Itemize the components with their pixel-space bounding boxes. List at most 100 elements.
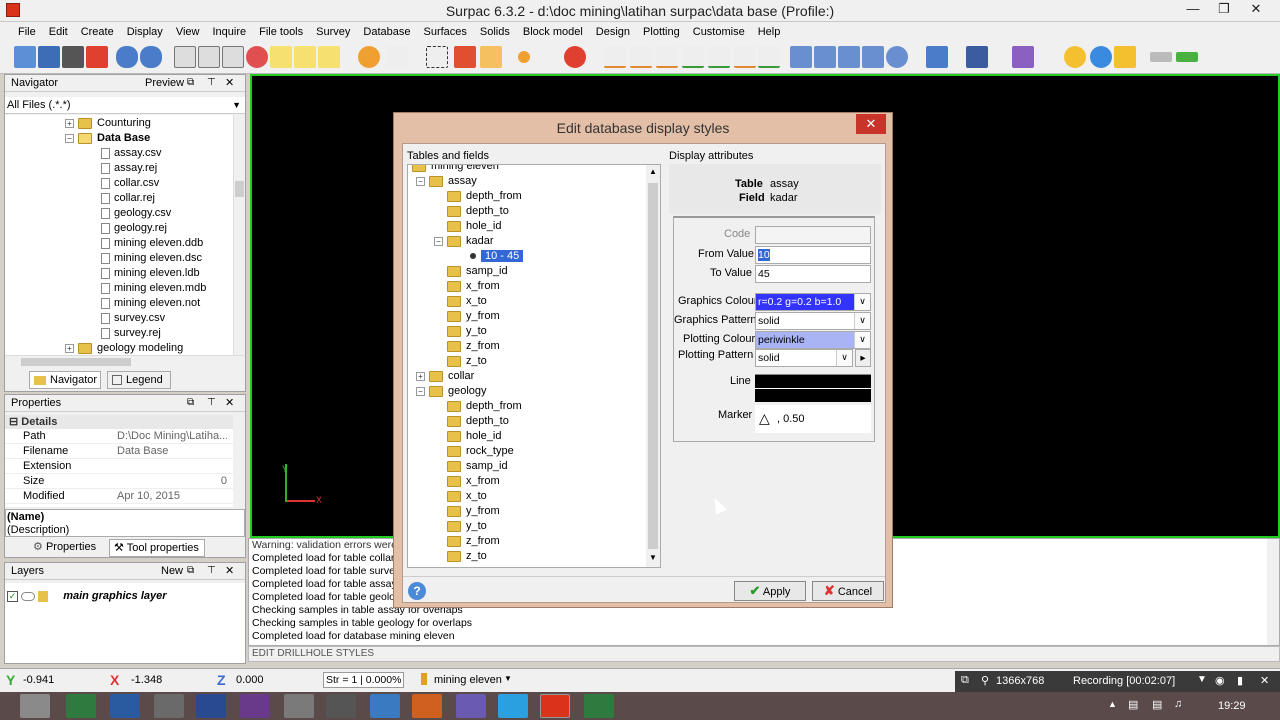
light-icon[interactable] — [1064, 46, 1086, 68]
panel-close-icon[interactable]: ✕ — [225, 75, 234, 91]
point-icon[interactable] — [518, 51, 530, 63]
message-scrollbar[interactable] — [1267, 539, 1279, 645]
line-tool-4-icon[interactable] — [708, 46, 730, 68]
close-button[interactable]: ✕ — [1240, 0, 1272, 20]
section-delete-icon[interactable] — [814, 46, 836, 68]
tree-scrollbar[interactable]: ▲ ▼ — [646, 165, 660, 567]
field-tree-item[interactable]: z_to — [434, 354, 487, 369]
dialog-close-button[interactable]: ✕ — [856, 114, 886, 134]
open-icon[interactable] — [14, 46, 36, 68]
expand-icon[interactable]: + — [65, 343, 74, 353]
panel-close-icon[interactable]: ✕ — [225, 563, 234, 579]
field-tree-item[interactable]: x_from — [434, 279, 500, 294]
field-tree-item[interactable]: depth_from — [434, 399, 522, 414]
section-icon[interactable] — [790, 46, 812, 68]
from-value-field[interactable]: 10 — [755, 246, 871, 264]
tree-scrollbar[interactable] — [233, 115, 245, 355]
collapse-icon[interactable]: − — [416, 386, 425, 396]
help-icon[interactable]: ? — [408, 582, 426, 600]
field-tree-item[interactable]: + collar — [416, 369, 474, 384]
field-tree-item[interactable]: depth_from — [434, 189, 522, 204]
file-filter-select[interactable]: All Files (.*.*) ▼ — [5, 97, 245, 114]
menu-surfaces[interactable]: Surfaces — [423, 26, 466, 38]
field-tree-item[interactable]: samp_id — [434, 459, 508, 474]
camera-icon[interactable]: ◉ — [1215, 674, 1225, 687]
menu-inquire[interactable]: Inquire — [212, 26, 246, 38]
tray-icon[interactable]: ▤ — [1152, 698, 1162, 711]
app-icon[interactable] — [370, 694, 400, 718]
tree-item[interactable]: mining eleven.dsc — [101, 251, 202, 266]
float-icon[interactable]: ⧉ — [187, 75, 194, 91]
menu-view[interactable]: View — [176, 26, 200, 38]
field-tree-item[interactable]: y_from — [434, 309, 500, 324]
menu-solids[interactable]: Solids — [480, 26, 510, 38]
tree-item[interactable]: assay.rej — [101, 161, 157, 176]
field-tree-item[interactable]: y_to — [434, 519, 487, 534]
section-prev-icon[interactable] — [838, 46, 860, 68]
checkbox-icon[interactable]: ✓ — [7, 590, 18, 602]
tab-legend[interactable]: Legend — [107, 371, 171, 389]
surpac-icon[interactable] — [540, 694, 570, 718]
field-tree-item[interactable]: y_to — [434, 324, 487, 339]
field-tree-item[interactable]: z_from — [434, 339, 500, 354]
field-tree-item[interactable]: x_to — [434, 489, 487, 504]
line-tool-2-icon[interactable] — [656, 46, 678, 68]
skype-icon[interactable] — [498, 694, 528, 718]
menu-customise[interactable]: Customise — [693, 26, 745, 38]
line-style-swatch[interactable] — [755, 374, 871, 402]
maximize-button[interactable]: ❐ — [1208, 0, 1240, 20]
select-box-icon[interactable] — [426, 46, 448, 68]
plotting-colour-select[interactable]: periwinkle ∨ — [755, 331, 871, 349]
dropdown-icon[interactable]: ▼ — [1197, 674, 1207, 685]
tree-item[interactable]: mining eleven.not — [101, 296, 200, 311]
tree-item[interactable]: collar.rej — [101, 191, 155, 206]
visual-studio-icon[interactable] — [240, 694, 270, 718]
excel-icon[interactable] — [584, 694, 614, 718]
redo-icon[interactable] — [140, 46, 162, 68]
field-tree-item[interactable]: depth_to — [434, 414, 509, 429]
tab-properties[interactable]: ⚙ Properties — [33, 539, 103, 557]
active-database[interactable]: mining eleven — [434, 674, 502, 686]
digitise-line-icon[interactable] — [604, 46, 626, 68]
field-tree-item[interactable]: hole_id — [434, 219, 501, 234]
pen-icon[interactable] — [1012, 46, 1034, 68]
scroll-up-icon[interactable]: ▲ — [646, 165, 660, 179]
hex-icon[interactable] — [1114, 46, 1136, 68]
section-next-icon[interactable] — [862, 46, 884, 68]
undo-icon[interactable] — [116, 46, 138, 68]
properties-scrollbar[interactable] — [233, 415, 245, 507]
string-number[interactable]: Str = 1 | 0.000% — [323, 672, 405, 688]
display-icon[interactable] — [966, 46, 988, 68]
field-tree-item[interactable]: y_from — [434, 504, 500, 519]
menu-plotting[interactable]: Plotting — [643, 26, 680, 38]
select-icon[interactable] — [386, 46, 408, 68]
property-row[interactable]: Path D:\Doc Mining\Latiha... — [5, 429, 233, 444]
property-row[interactable]: Extension — [5, 459, 233, 474]
menu-database[interactable]: Database — [363, 26, 410, 38]
layer-row[interactable]: ✓ main graphics layer — [7, 589, 167, 603]
tree-item[interactable]: assay.csv — [101, 146, 161, 161]
tree-hscrollbar[interactable] — [5, 355, 245, 367]
firefox-icon[interactable] — [412, 694, 442, 718]
field-tree-item[interactable]: z_from — [434, 534, 500, 549]
field-tree-item[interactable]: samp_id — [434, 264, 508, 279]
menu-design[interactable]: Design — [596, 26, 630, 38]
lock-icon[interactable] — [38, 590, 49, 602]
tree-item[interactable]: mining eleven.ldb — [101, 266, 200, 281]
menu-create[interactable]: Create — [81, 26, 114, 38]
line-tool-3-icon[interactable] — [682, 46, 704, 68]
line-tool-1-icon[interactable] — [630, 46, 652, 68]
print-icon[interactable] — [62, 46, 84, 68]
view-xz-icon[interactable] — [294, 46, 316, 68]
menu-display[interactable]: Display — [127, 26, 163, 38]
menu-file-tools[interactable]: File tools — [259, 26, 303, 38]
app-icon[interactable] — [154, 694, 184, 718]
tree-item[interactable]: geology.csv — [101, 206, 171, 221]
zoom-in-icon[interactable] — [174, 46, 196, 68]
field-tree-item[interactable]: 10 - 45 — [470, 249, 524, 264]
code-field[interactable] — [755, 226, 871, 244]
layer-icon[interactable] — [926, 46, 948, 68]
to-value-field[interactable]: 45 — [755, 265, 871, 283]
stop-icon[interactable]: ✕ — [1260, 674, 1269, 687]
explorer-icon[interactable] — [20, 694, 50, 718]
